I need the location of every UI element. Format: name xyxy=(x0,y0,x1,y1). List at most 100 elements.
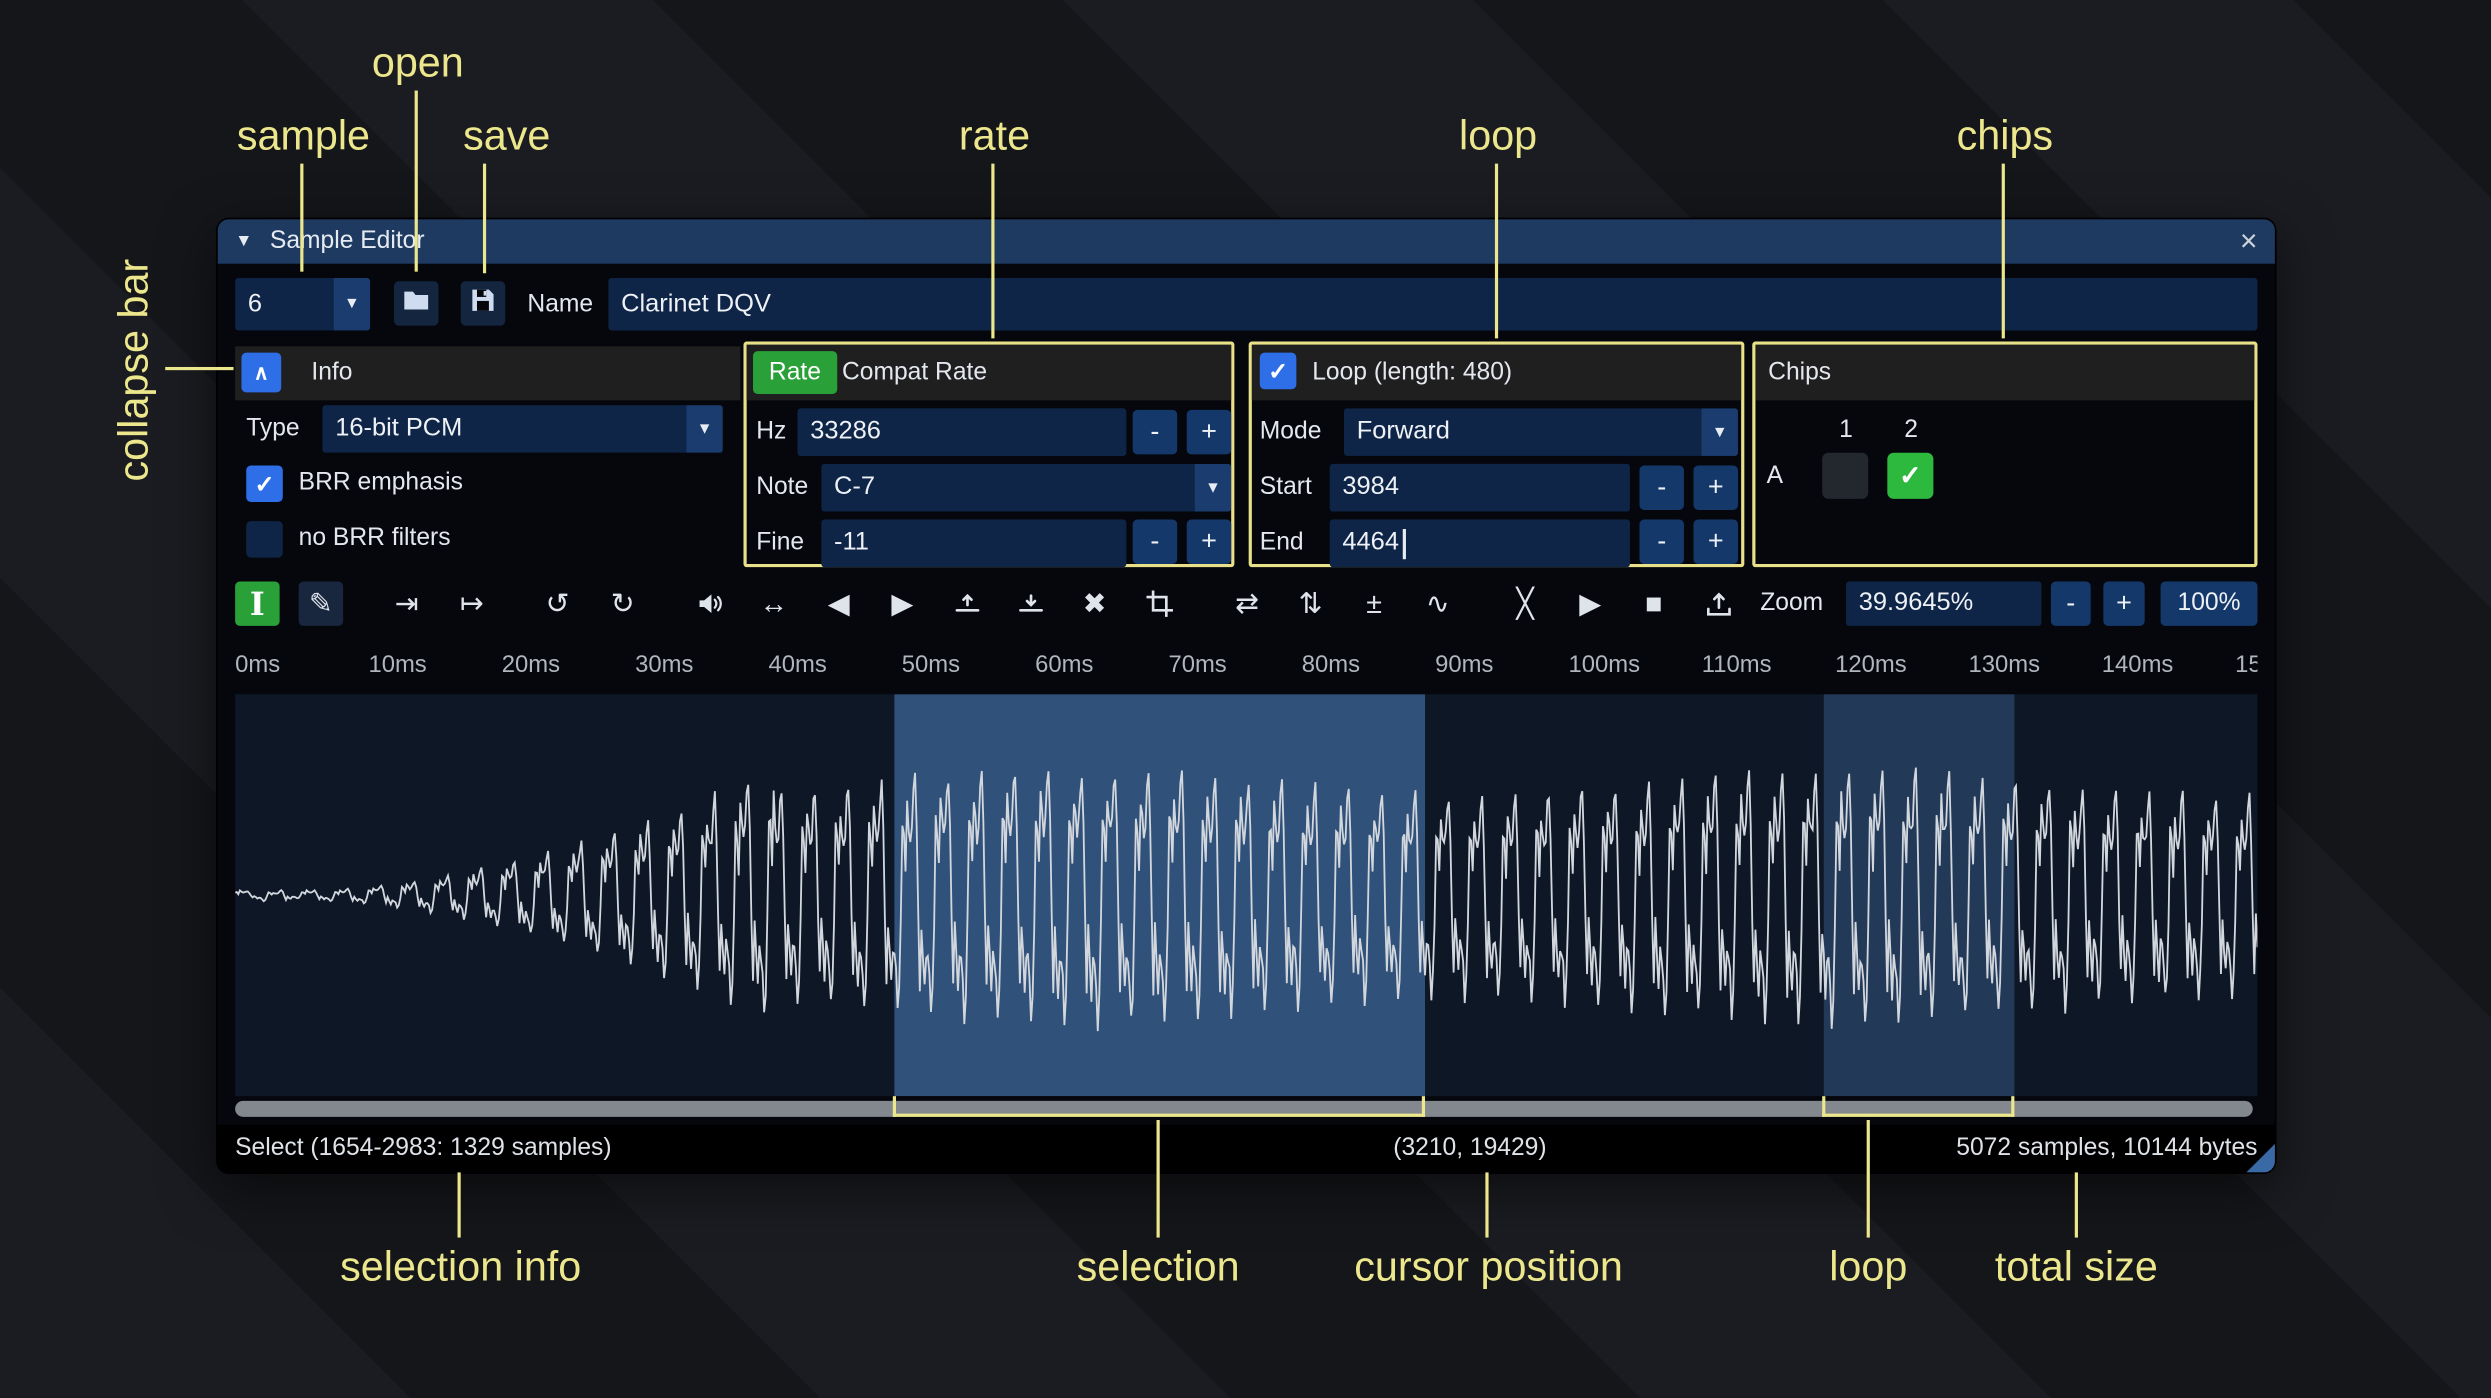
annotation-selection: selection xyxy=(1076,1242,1240,1290)
fine-label: Fine xyxy=(756,529,805,557)
waveform-panel[interactable] xyxy=(235,694,2258,1097)
fine-input[interactable]: -11 xyxy=(821,519,1127,568)
annotation-line-save xyxy=(482,163,487,274)
type-value: 16-bit PCM xyxy=(322,405,687,453)
timeline-label: 80ms xyxy=(1301,651,1361,679)
sample-editor-window: ▼ Sample Editor × 6 ▼ Name Clarinet DQV … xyxy=(217,219,2275,1173)
background: open sample save rate loop chips collaps… xyxy=(0,0,2491,1398)
annotation-rate: rate xyxy=(958,111,1031,159)
insert-silence-button[interactable] xyxy=(945,581,989,625)
hz-increment-button[interactable]: + xyxy=(1186,409,1232,455)
note-label: Note xyxy=(756,473,809,501)
stop-preview-button[interactable]: ■ xyxy=(1632,581,1676,625)
crossfade-loop-button[interactable]: ╳ xyxy=(1503,581,1547,625)
resize-button[interactable]: ⇥ xyxy=(384,581,428,625)
brr-emphasis-checkbox[interactable]: ✓ xyxy=(246,465,283,503)
normalize-button[interactable]: ↔ xyxy=(751,581,795,625)
collapse-info-button[interactable]: ∧ xyxy=(241,352,282,393)
no-brr-filters-label: no BRR filters xyxy=(298,524,451,552)
sign-button[interactable]: ± xyxy=(1352,581,1396,625)
resample-button[interactable]: ↦ xyxy=(450,581,494,625)
brr-emphasis-label: BRR emphasis xyxy=(298,468,463,496)
zoom-reset-button[interactable]: 100% xyxy=(2160,581,2258,626)
mode-select[interactable]: Forward ▼ xyxy=(1343,408,1738,456)
upload-button[interactable] xyxy=(1697,581,1741,625)
titlebar[interactable]: ▼ Sample Editor × xyxy=(217,219,2275,264)
annotation-sample: sample xyxy=(236,111,371,159)
amplify-button[interactable] xyxy=(688,581,732,625)
end-decrement-button[interactable]: - xyxy=(1639,519,1684,564)
dropdown-arrow-icon: ▼ xyxy=(333,278,371,331)
timeline-label: 40ms xyxy=(768,651,827,679)
dropdown-arrow-icon: ▼ xyxy=(1701,408,1738,456)
annotation-save: save xyxy=(463,111,551,159)
zoom-out-button[interactable]: - xyxy=(2050,581,2091,626)
apply-silence-button[interactable] xyxy=(1009,581,1053,625)
waveform-plot xyxy=(235,767,2258,1032)
timeline-label: 10ms xyxy=(368,651,427,679)
fine-increment-button[interactable]: + xyxy=(1186,519,1232,564)
type-select[interactable]: 16-bit PCM ▼ xyxy=(322,405,723,453)
zoom-input[interactable]: 39.9645% xyxy=(1846,581,2042,626)
note-select[interactable]: C-7 ▼ xyxy=(821,463,1232,512)
loop-section: Loop (length: 480) ✓ Mode Forward ▼ Star… xyxy=(1248,341,1745,568)
hz-decrement-button[interactable]: - xyxy=(1132,409,1178,455)
zoom-in-button[interactable]: + xyxy=(2103,581,2145,626)
zoom-label: Zoom xyxy=(1760,589,1824,617)
window-title: Sample Editor xyxy=(269,227,425,255)
filter-button[interactable]: ∿ xyxy=(1415,581,1459,625)
timeline-label: 130ms xyxy=(1968,651,2040,679)
select-tool-button[interactable]: I xyxy=(235,581,280,626)
info-title: Info xyxy=(311,359,353,387)
info-section-header: Info xyxy=(235,346,741,401)
fine-decrement-button[interactable]: - xyxy=(1132,519,1178,564)
annotation-line-selection-info xyxy=(457,1172,461,1238)
rate-section: Compat Rate Rate Hz 33286 - + Note C-7 ▼… xyxy=(743,341,1235,568)
annotation-line-loop-bottom xyxy=(1866,1119,1870,1238)
end-input[interactable]: 4464 xyxy=(1329,519,1630,568)
start-decrement-button[interactable]: - xyxy=(1639,465,1684,510)
delete-button[interactable]: ✖ xyxy=(1072,581,1116,625)
preview-button[interactable]: ▶ xyxy=(1568,581,1612,625)
chip-2-checkbox[interactable]: ✓ xyxy=(1887,452,1934,499)
chip-1-checkbox[interactable]: ✓ xyxy=(1822,452,1869,499)
rate-badge[interactable]: Rate xyxy=(753,351,837,394)
save-button[interactable] xyxy=(460,281,506,326)
loop-checkbox[interactable]: ✓ xyxy=(1259,352,1297,390)
reverse-button[interactable]: ⇄ xyxy=(1225,581,1269,625)
no-brr-filters-checkbox[interactable]: ✓ xyxy=(246,521,283,558)
start-label: Start xyxy=(1259,473,1312,501)
redo-button[interactable]: ↻ xyxy=(601,581,645,625)
annotation-line-sample xyxy=(300,163,304,272)
start-increment-button[interactable]: + xyxy=(1693,465,1738,510)
end-increment-button[interactable]: + xyxy=(1693,519,1738,564)
window-collapse-icon[interactable]: ▼ xyxy=(235,232,252,251)
sample-number-select[interactable]: 6 ▼ xyxy=(235,278,371,331)
annotation-line-selection xyxy=(1156,1119,1160,1238)
timeline-label: 120ms xyxy=(1835,651,1907,679)
fade-out-button[interactable]: ▶ xyxy=(880,581,924,625)
end-label: End xyxy=(1259,529,1304,557)
close-icon[interactable]: × xyxy=(2240,226,2258,256)
trim-button[interactable] xyxy=(1137,581,1181,625)
open-button[interactable] xyxy=(393,281,439,326)
loop-bracket-annotation xyxy=(1822,1096,2015,1117)
hz-input[interactable]: 33286 xyxy=(797,408,1127,456)
start-input[interactable]: 3984 xyxy=(1329,463,1630,512)
resize-grip[interactable] xyxy=(2246,1143,2275,1173)
fade-in-button[interactable]: ◀ xyxy=(817,581,861,625)
timeline-label: 30ms xyxy=(635,651,694,679)
invert-button[interactable]: ⇅ xyxy=(1288,581,1332,625)
undo-button[interactable]: ↺ xyxy=(535,581,579,625)
status-cursor-text: (3210, 19429) xyxy=(1393,1134,1547,1162)
type-label: Type xyxy=(246,414,300,442)
timeline-ruler: 0ms 10ms 20ms 30ms 40ms 50ms 60ms 70ms 80ms 90ms 1… xyxy=(235,643,2257,691)
name-input[interactable]: Clarinet DQV xyxy=(608,278,2258,331)
timeline-label: 20ms xyxy=(501,651,561,679)
toolbar: I ✎ ⇥ ↦ ↺ ↻ ↔ ◀ ▶ ✖ ⇄ ⇅ ± ∿ ╳ ▶ ■ Zoom 39.9645% - + 100% xyxy=(218,581,2275,626)
annotation-selection-info: selection info xyxy=(340,1242,582,1290)
annotation-line-rate xyxy=(991,163,995,339)
annotation-line-open xyxy=(414,90,418,272)
draw-tool-button[interactable]: ✎ xyxy=(298,581,344,626)
name-label: Name xyxy=(527,289,594,317)
